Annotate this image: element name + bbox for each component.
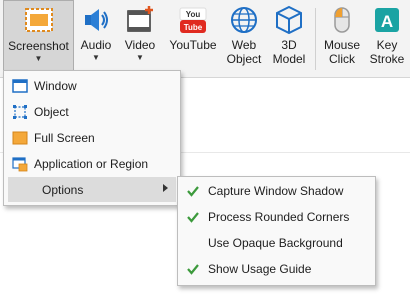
- 3d-model-label-line2: Model: [272, 52, 306, 66]
- option-show-usage-guide[interactable]: Show Usage Guide: [180, 256, 373, 282]
- menu-item-window[interactable]: Window: [8, 73, 176, 98]
- screenshot-menu: Window Object Full Screen Application or…: [3, 70, 181, 206]
- check-icon: [187, 264, 199, 275]
- 3d-model-label-line1: 3D: [281, 38, 297, 52]
- option-label: Capture Window Shadow: [208, 184, 344, 198]
- ribbon-toolbar: Screenshot ▼ Audio ▼ Video ▼ You Tube Yo…: [0, 0, 410, 78]
- svg-text:You: You: [186, 10, 201, 19]
- check-icon: [187, 212, 199, 223]
- web-object-button[interactable]: Web Object: [224, 0, 264, 77]
- key-a-icon: A: [375, 8, 399, 32]
- check-icon: [187, 186, 199, 197]
- svg-text:A: A: [381, 12, 393, 31]
- chevron-down-icon: ▼: [136, 53, 144, 62]
- full-screen-icon: [12, 131, 28, 144]
- check-placeholder: [186, 236, 200, 250]
- option-use-opaque-background[interactable]: Use Opaque Background: [180, 230, 373, 256]
- mouse-click-label-line2: Click: [329, 52, 355, 66]
- web-object-label-line2: Object: [226, 52, 262, 66]
- menu-item-object[interactable]: Object: [8, 99, 176, 124]
- option-process-rounded-corners[interactable]: Process Rounded Corners: [180, 204, 373, 230]
- chevron-down-icon: ▼: [34, 54, 43, 63]
- film-icon: [127, 6, 153, 32]
- screenshot-icon: [24, 8, 53, 32]
- youtube-button[interactable]: You Tube YouTube: [166, 0, 220, 77]
- menu-item-label: Options: [42, 182, 84, 197]
- key-stroke-label: Key Stroke: [370, 38, 405, 66]
- globe-icon: [231, 7, 257, 33]
- options-submenu: Capture Window Shadow Process Rounded Co…: [177, 176, 376, 286]
- mouse-click-label: Mouse Click: [324, 38, 360, 66]
- menu-item-application-region[interactable]: Application or Region: [8, 151, 176, 176]
- menu-item-label: Full Screen: [34, 130, 95, 145]
- mouse-click-label-line1: Mouse: [323, 38, 361, 52]
- youtube-icon: You Tube: [179, 7, 207, 33]
- key-stroke-label-line2: Stroke: [369, 52, 405, 66]
- mouse-icon: [334, 7, 350, 33]
- menu-item-full-screen[interactable]: Full Screen: [8, 125, 176, 150]
- object-select-icon: [13, 104, 27, 119]
- chevron-right-icon: [163, 184, 168, 192]
- screenshot-label: Screenshot: [8, 39, 69, 53]
- youtube-label: YouTube: [169, 38, 217, 52]
- chevron-down-icon: ▼: [92, 53, 100, 62]
- option-label: Process Rounded Corners: [208, 210, 350, 224]
- mouse-click-button[interactable]: Mouse Click: [320, 0, 364, 77]
- svg-text:Tube: Tube: [184, 23, 203, 32]
- menu-item-label: Application or Region: [34, 156, 149, 171]
- ribbon-divider: [315, 8, 316, 70]
- audio-button[interactable]: Audio ▼: [76, 0, 116, 77]
- cube-icon: [276, 5, 302, 35]
- web-object-label-line1: Web: [231, 38, 257, 52]
- menu-item-options[interactable]: Options: [8, 177, 176, 202]
- option-capture-window-shadow[interactable]: Capture Window Shadow: [180, 178, 373, 204]
- menu-item-label: Object: [34, 104, 69, 119]
- 3d-model-label: 3D Model: [273, 38, 306, 66]
- speaker-icon: [85, 9, 108, 31]
- 3d-model-button[interactable]: 3D Model: [268, 0, 310, 77]
- video-label: Video: [124, 38, 156, 52]
- option-label: Use Opaque Background: [208, 236, 343, 250]
- key-stroke-label-line1: Key: [376, 38, 398, 52]
- option-label: Show Usage Guide: [208, 262, 312, 276]
- window-icon: [12, 78, 28, 93]
- application-region-icon: [12, 156, 28, 171]
- screenshot-button[interactable]: Screenshot ▼: [3, 0, 74, 77]
- web-object-label: Web Object: [227, 38, 262, 66]
- key-stroke-button[interactable]: A Key Stroke: [366, 0, 408, 77]
- menu-item-label: Window: [34, 78, 77, 93]
- video-button[interactable]: Video ▼: [120, 0, 160, 77]
- menu-item-spacer: [12, 182, 28, 198]
- audio-label: Audio: [80, 38, 112, 52]
